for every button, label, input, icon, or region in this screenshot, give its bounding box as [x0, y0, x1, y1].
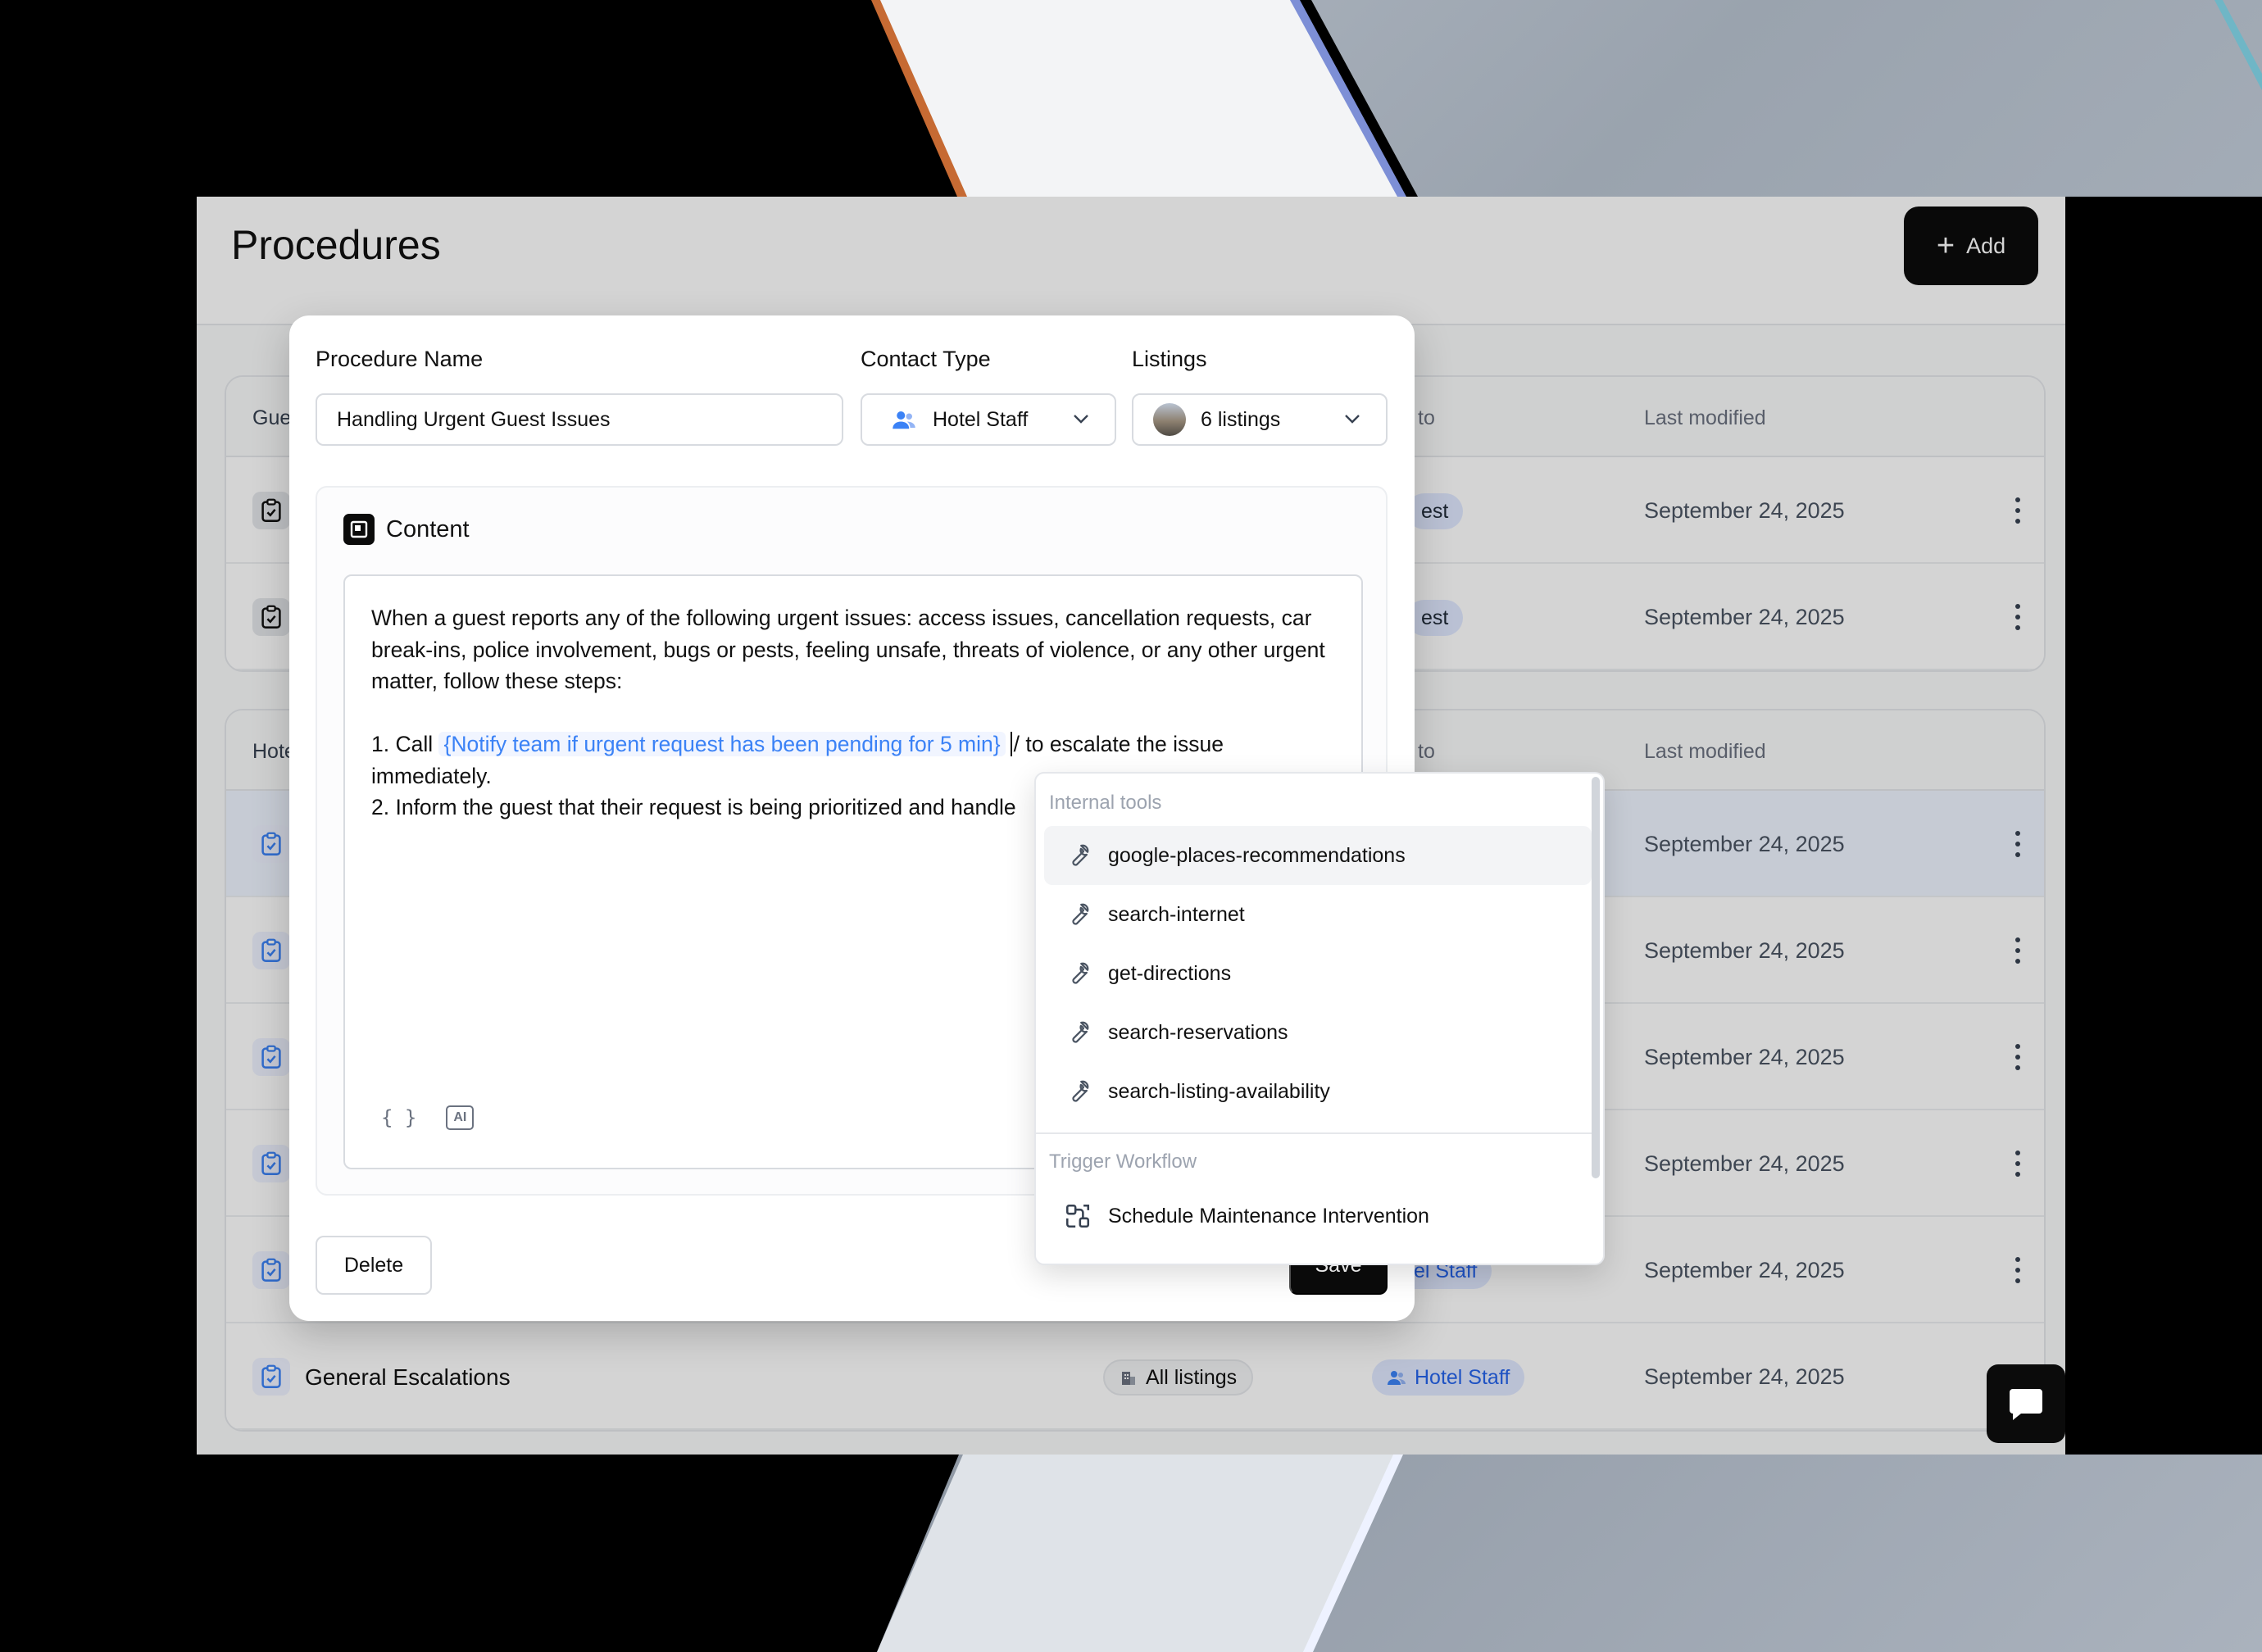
document-icon	[343, 514, 375, 545]
users-icon	[893, 411, 915, 429]
chat-launcher-button[interactable]	[1987, 1364, 2065, 1443]
tool-option[interactable]: search-reservations	[1044, 1003, 1592, 1062]
workflow-option[interactable]: Schedule Maintenance Intervention	[1044, 1187, 1592, 1246]
content-header: Content	[343, 514, 470, 545]
dropdown-scrollbar[interactable]	[1592, 777, 1600, 1178]
workflow-variable-chip[interactable]: {Notify team if urgent request has been …	[438, 732, 1006, 756]
listings-label: Listings	[1132, 347, 1207, 371]
wrench-icon	[1072, 903, 1089, 925]
slash-trigger: /	[1013, 732, 1020, 756]
contact-type-label: Contact Type	[861, 347, 991, 371]
content-title: Content	[386, 515, 470, 542]
workflow-icon	[1065, 1204, 1090, 1228]
section-trigger-workflow: Trigger Workflow	[1049, 1150, 1197, 1173]
listings-select[interactable]: 6 listings	[1132, 393, 1388, 446]
command-dropdown: Internal tools google-places-recommendat…	[1034, 772, 1605, 1265]
delete-button[interactable]: Delete	[316, 1236, 432, 1295]
procedure-name-label: Procedure Name	[316, 347, 484, 371]
wrench-icon	[1072, 1080, 1089, 1102]
wrench-icon	[1072, 1021, 1089, 1043]
tool-option[interactable]: search-internet	[1044, 885, 1592, 944]
tool-option[interactable]: get-directions	[1044, 944, 1592, 1003]
chevron-down-icon	[1074, 415, 1088, 424]
section-divider	[1036, 1132, 1593, 1134]
editor-intro: When a guest reports any of the followin…	[371, 606, 1325, 693]
contact-type-select[interactable]: Hotel Staff	[861, 393, 1116, 446]
tool-option[interactable]: search-listing-availability	[1044, 1062, 1592, 1121]
procedure-name-input[interactable]: Handling Urgent Guest Issues	[316, 393, 843, 446]
wrench-icon	[1072, 962, 1089, 984]
listing-avatar	[1153, 403, 1186, 436]
ai-icon[interactable]: AI	[446, 1105, 475, 1130]
chevron-down-icon	[1345, 415, 1360, 424]
editor-toolbar: { } AI	[381, 1105, 475, 1130]
text-caret	[1010, 732, 1012, 756]
braces-icon[interactable]: { }	[381, 1106, 416, 1129]
wrench-icon	[1072, 844, 1089, 866]
section-internal-tools: Internal tools	[1049, 792, 1162, 814]
tool-option[interactable]: google-places-recommendations	[1044, 826, 1592, 885]
chat-bubble-icon	[2010, 1389, 2042, 1420]
